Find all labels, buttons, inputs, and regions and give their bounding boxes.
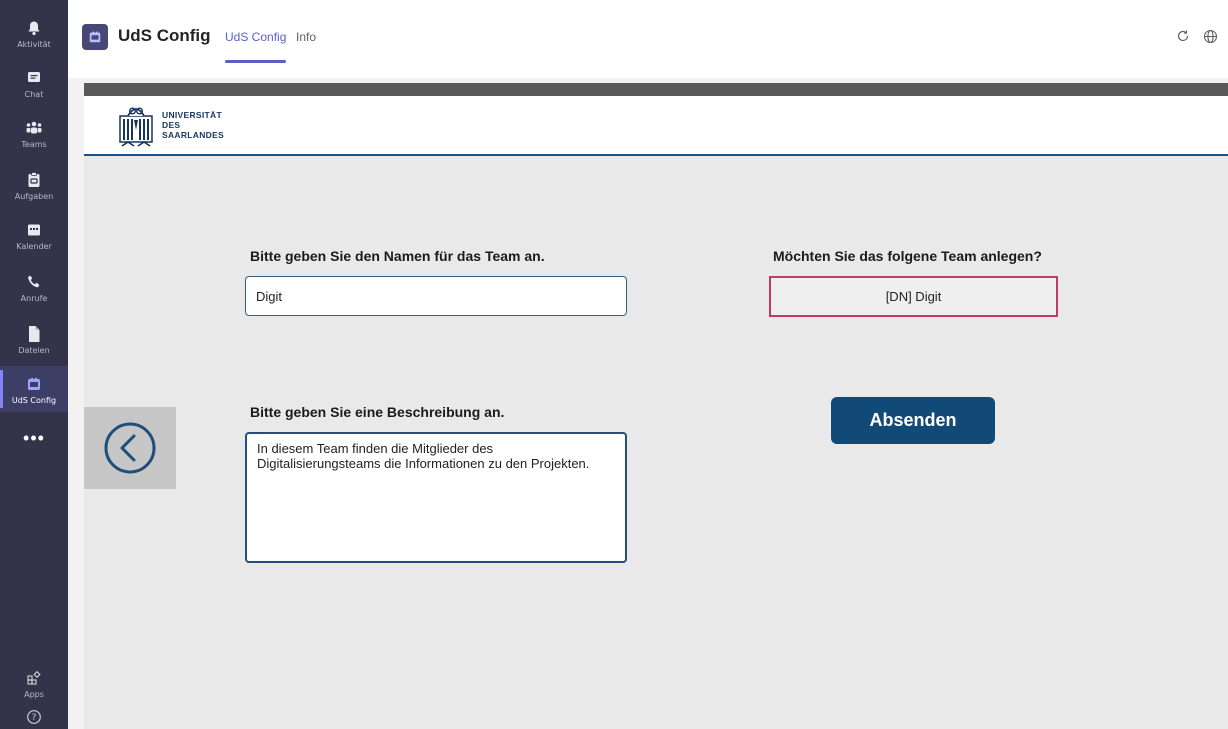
team-name-label: Bitte geben Sie den Namen für das Team a… — [250, 248, 545, 264]
tab-info[interactable]: Info — [296, 30, 316, 44]
calendar-icon — [24, 220, 44, 240]
rail-item-label: Aktivität — [17, 39, 51, 49]
app-icon — [24, 374, 44, 394]
tasks-icon — [24, 170, 44, 190]
rail-item-label: Kalender — [16, 241, 52, 251]
rail-item-activity[interactable]: Aktivität — [0, 10, 68, 56]
phone-icon — [24, 272, 44, 292]
apps-icon — [24, 668, 44, 688]
help-button[interactable]: ? — [0, 705, 68, 729]
description-textarea[interactable]: In diesem Team finden die Mitglieder des… — [245, 432, 627, 563]
file-icon — [24, 324, 44, 344]
rail-item-apps[interactable]: Apps — [0, 660, 68, 706]
top-bar — [84, 83, 1228, 96]
app-header: UdS Config UdS Config Info — [68, 0, 1228, 78]
rail-item-label: Apps — [24, 689, 44, 699]
rail-item-files[interactable]: Dateien — [0, 316, 68, 362]
app-rail: Aktivität Chat Teams Aufgaben Kalender A… — [0, 0, 68, 729]
rail-item-label: UdS Config — [11, 395, 57, 405]
svg-text:?: ? — [32, 713, 37, 723]
rail-item-label: Anrufe — [20, 293, 48, 303]
rail-item-tasks[interactable]: Aufgaben — [0, 162, 68, 208]
rail-item-calendar[interactable]: Kalender — [0, 212, 68, 258]
brand-line-1: UNIVERSITÄT — [162, 110, 222, 120]
tab-uds-config[interactable]: UdS Config — [225, 30, 287, 63]
rail-item-label: Aufgaben — [14, 191, 54, 201]
app-title: UdS Config — [118, 26, 211, 45]
rail-item-label: Dateien — [18, 345, 50, 355]
back-button[interactable] — [84, 407, 176, 489]
brand-bar: UNIVERSITÄT DES SAARLANDES — [84, 96, 1228, 156]
team-name-preview: [DN] Digit — [769, 276, 1058, 317]
rail-item-calls[interactable]: Anrufe — [0, 264, 68, 310]
more-apps-button[interactable]: ••• — [0, 426, 68, 456]
university-name: UNIVERSITÄT DES SAARLANDES — [162, 110, 224, 140]
refresh-icon — [1177, 30, 1189, 42]
confirm-label: Möchten Sie das folgene Team anlegen? — [773, 248, 1042, 264]
rail-item-uds-config[interactable]: UdS Config — [0, 366, 68, 412]
submit-button[interactable]: Absenden — [831, 397, 995, 444]
description-label: Bitte geben Sie eine Beschreibung an. — [250, 404, 505, 420]
rail-item-teams[interactable]: Teams — [0, 110, 68, 156]
chat-icon — [24, 68, 44, 88]
rail-item-label: Teams — [21, 139, 47, 149]
refresh-button[interactable] — [1172, 25, 1194, 47]
app-canvas: UNIVERSITÄT DES SAARLANDES Bitte geben S… — [84, 83, 1228, 729]
chevron-left-circle-icon — [104, 422, 156, 474]
globe-button[interactable] — [1199, 25, 1221, 47]
team-name-input[interactable] — [245, 276, 627, 316]
teams-icon — [24, 118, 44, 138]
university-logo — [116, 102, 156, 155]
uds-config-app-icon — [82, 24, 108, 50]
rail-item-chat[interactable]: Chat — [0, 60, 68, 106]
brand-line-2: DES — [162, 120, 181, 130]
brand-line-3: SAARLANDES — [162, 130, 225, 140]
rail-item-label: Chat — [24, 89, 44, 99]
bell-icon — [24, 18, 44, 38]
globe-icon — [1203, 29, 1217, 43]
help-icon: ? — [24, 707, 44, 727]
